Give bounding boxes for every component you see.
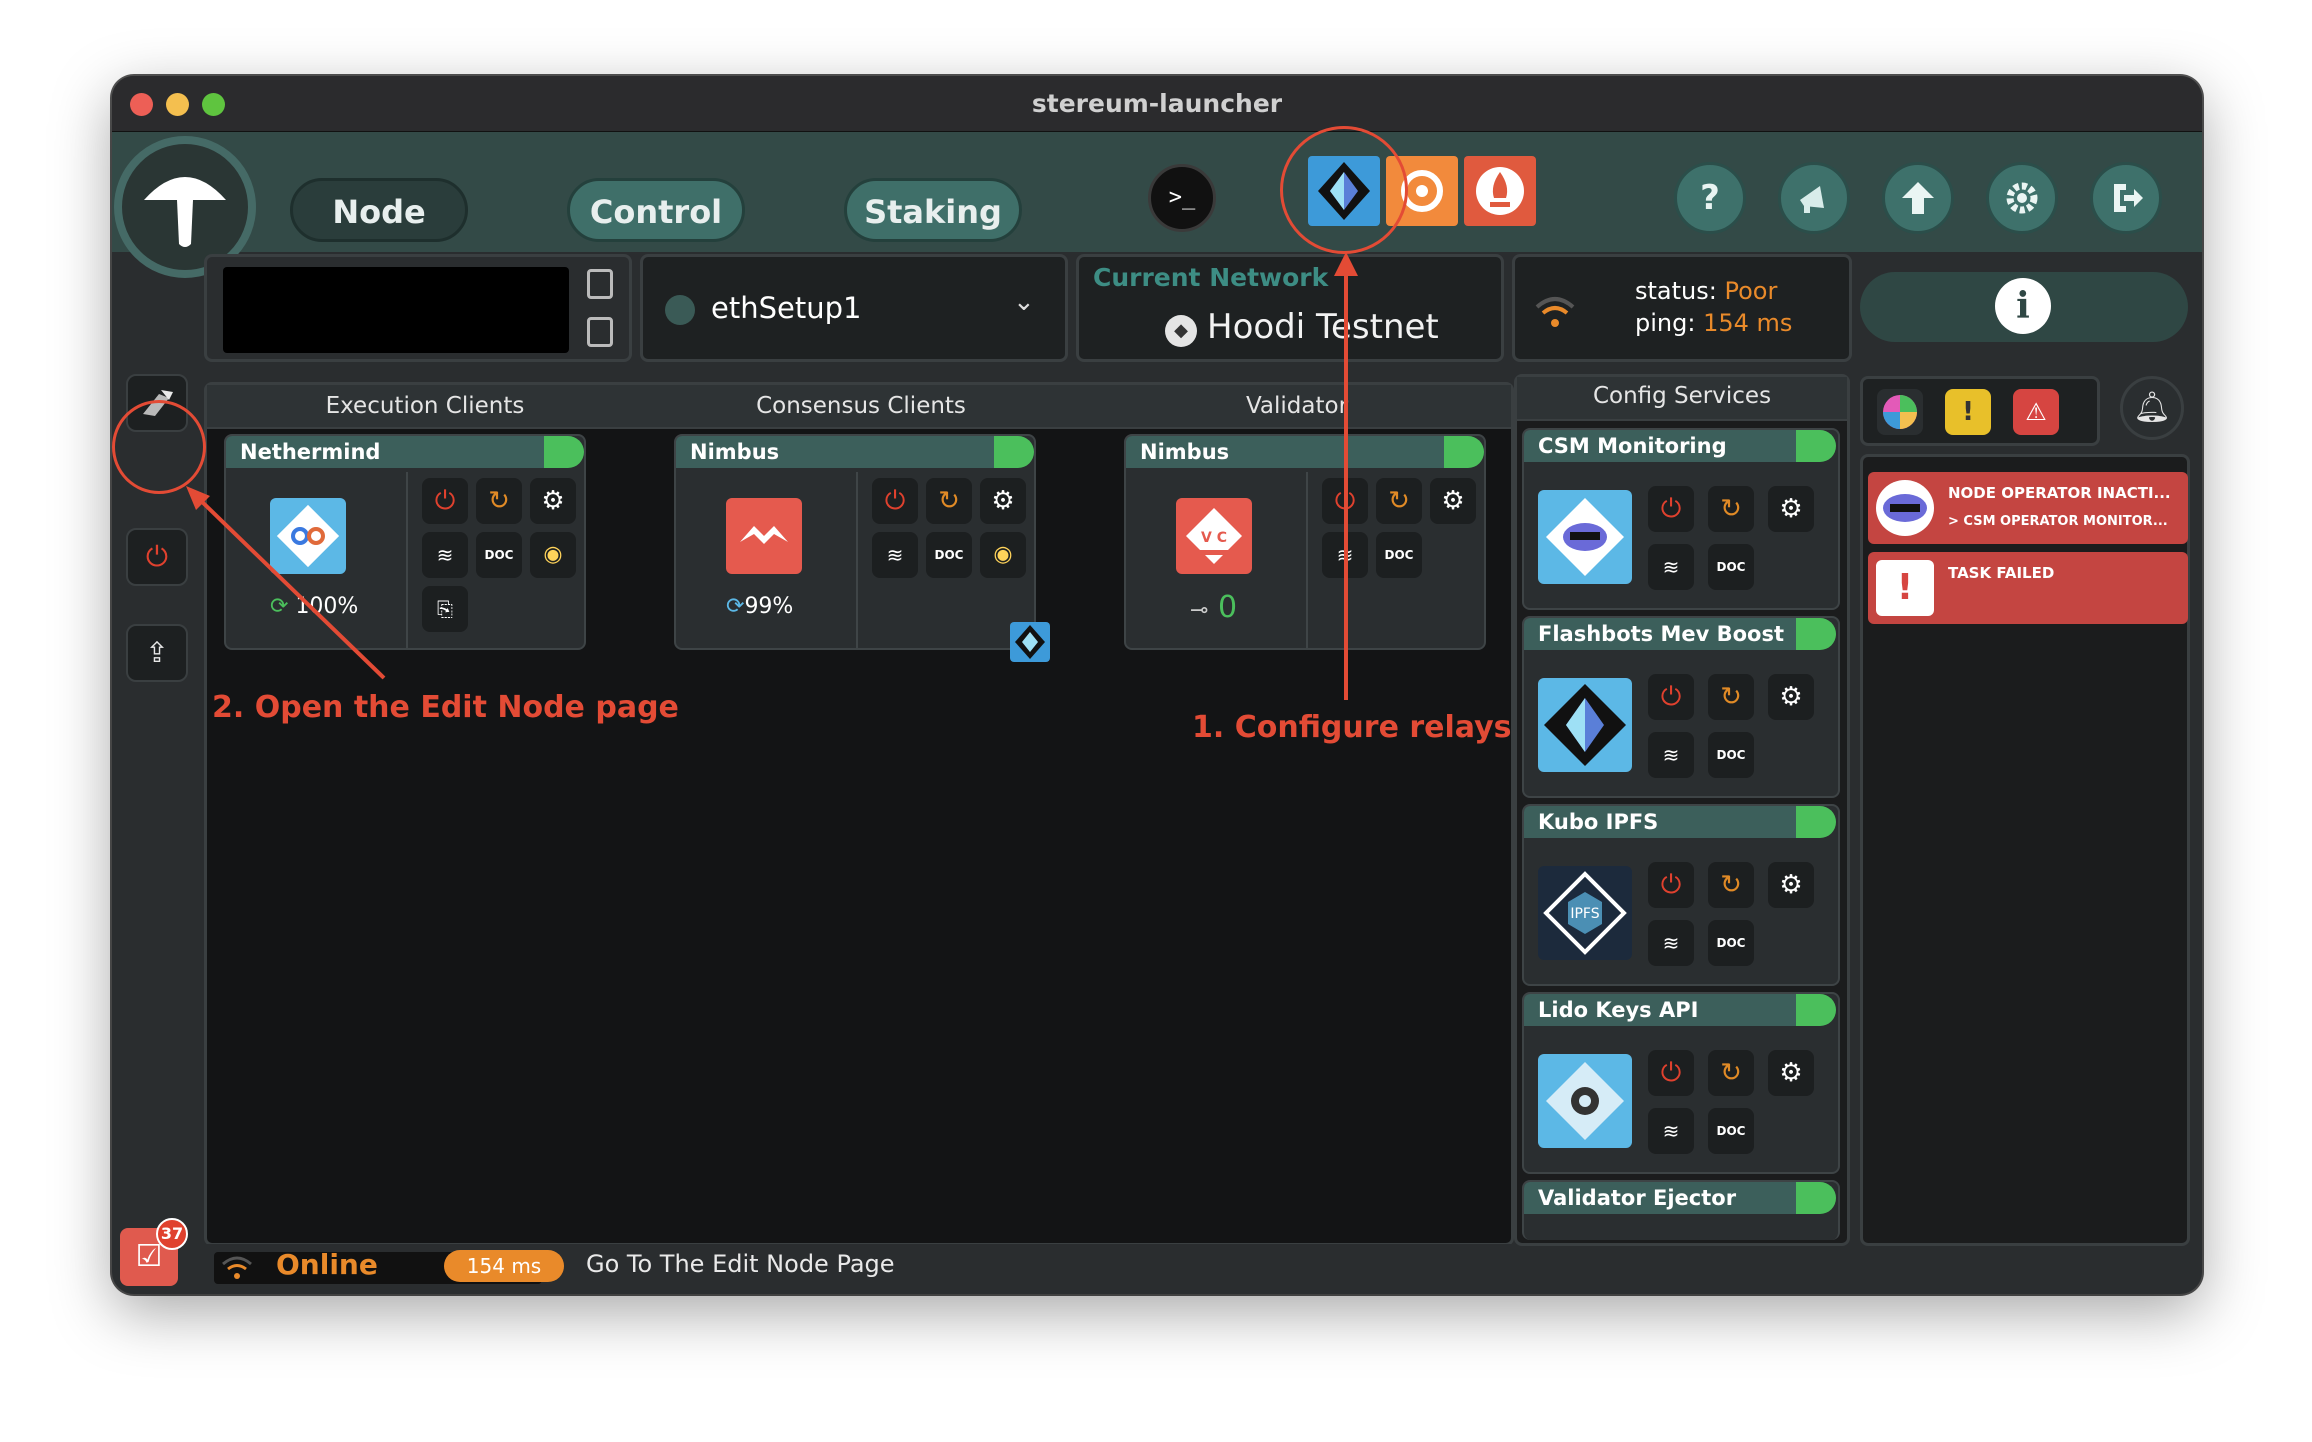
annotation-edit-node: 2. Open the Edit Node page (212, 690, 679, 725)
annotation-configure-relays: 1. Configure relays (1192, 710, 1512, 745)
